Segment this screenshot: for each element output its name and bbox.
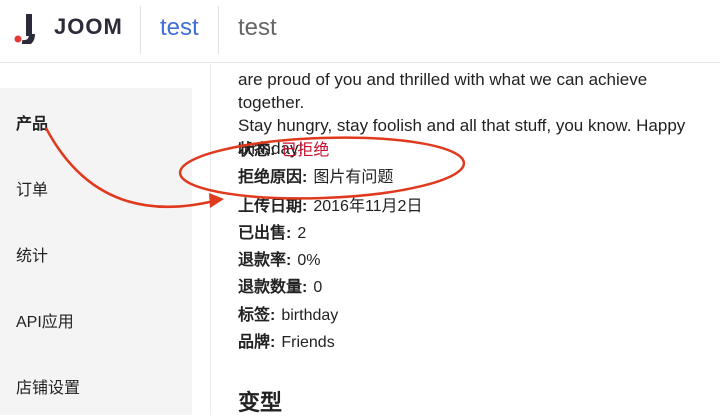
- joom-logo-icon: [14, 14, 35, 44]
- field-label: 上传日期:: [238, 198, 308, 215]
- status-value: 已拒绝: [281, 142, 330, 159]
- field-label: 退款数量:: [238, 279, 308, 296]
- field-refund-count: 退款数量: 0: [238, 277, 322, 299]
- field-rejection-reason: 拒绝原因: 图片有问题: [238, 167, 393, 189]
- description-line: are proud of you and thrilled with what …: [238, 70, 648, 112]
- header-divider: [140, 6, 141, 54]
- field-tags: 标签: birthday: [238, 305, 338, 327]
- field-label: 退款率:: [238, 252, 292, 269]
- field-label: 拒绝原因:: [238, 169, 308, 186]
- top-header: JOOM test test: [0, 0, 720, 63]
- tab-test[interactable]: test: [238, 14, 277, 42]
- field-value: Friends: [281, 334, 335, 351]
- variants-section-title: 变型: [238, 390, 283, 415]
- sidebar-item-api-apps[interactable]: API应用: [16, 308, 74, 332]
- field-sold: 已出售: 2: [238, 223, 306, 245]
- description-line: Stay hungry, stay foolish and all that s…: [238, 116, 686, 135]
- field-brand: 品牌: Friends: [238, 332, 335, 354]
- field-value: 2016年11月2日: [313, 198, 423, 215]
- logo-text: JOOM: [54, 14, 123, 39]
- field-upload-date: 上传日期: 2016年11月2日: [238, 196, 422, 218]
- field-label: 已出售:: [238, 225, 292, 242]
- field-value: 0: [313, 279, 323, 296]
- sidebar-item-orders[interactable]: 订单: [16, 176, 48, 200]
- field-label: 状态:: [238, 142, 276, 159]
- sidebar-item-products[interactable]: 产品: [16, 110, 48, 134]
- field-value: 图片有问题: [313, 169, 394, 186]
- tab-test-active[interactable]: test: [160, 14, 199, 42]
- field-value: 0%: [297, 252, 321, 269]
- field-status: 状态: 已拒绝: [238, 140, 329, 162]
- field-label: 标签:: [238, 307, 276, 324]
- field-value: 2: [297, 225, 307, 242]
- field-value: birthday: [281, 307, 339, 324]
- sidebar-item-store-settings[interactable]: 店铺设置: [16, 374, 80, 398]
- sidebar-item-statistics[interactable]: 统计: [16, 242, 48, 266]
- field-refund-rate: 退款率: 0%: [238, 250, 320, 272]
- header-divider: [218, 6, 219, 54]
- field-label: 品牌:: [238, 334, 276, 351]
